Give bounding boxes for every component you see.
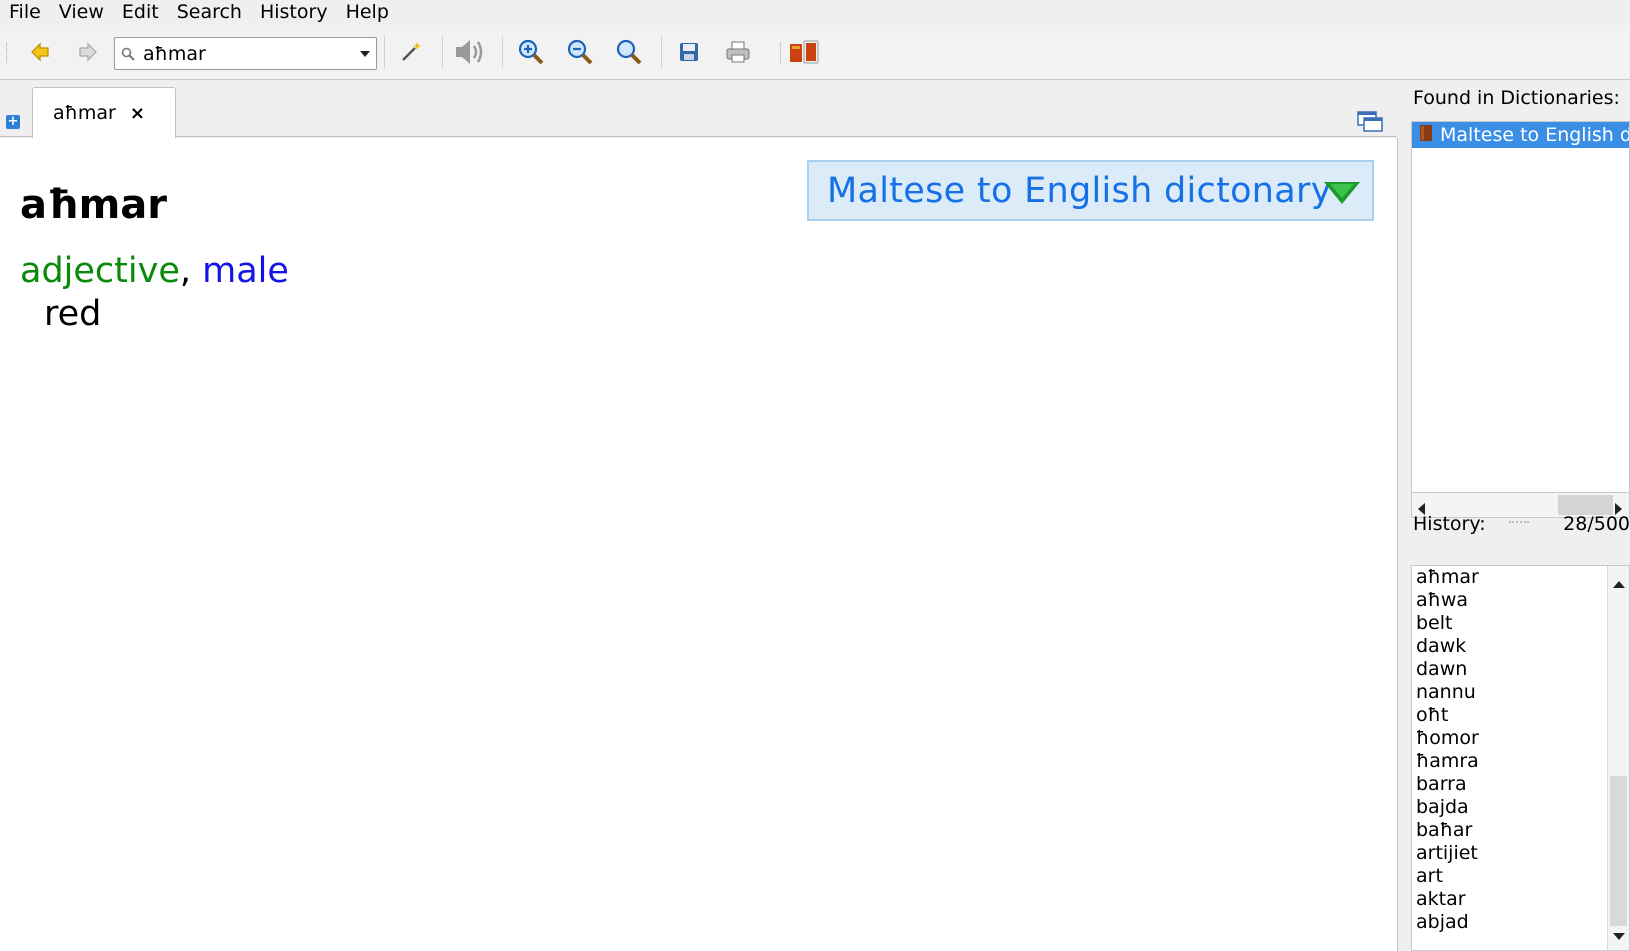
history-item[interactable]: ħomor	[1412, 727, 1629, 750]
zoom-out-button[interactable]	[562, 34, 598, 70]
tab-bar: + aħmar ×	[0, 81, 1397, 138]
toolbar: aħmar	[0, 25, 1630, 80]
list-item[interactable]: Maltese to English dictonary	[1412, 122, 1629, 148]
history-list[interactable]: aħmar aħwa belt dawk dawn nannu oħt ħomor ħamra b…	[1411, 565, 1630, 951]
scan-popup-button[interactable]	[393, 34, 429, 70]
history-item[interactable]: belt	[1412, 612, 1629, 635]
speaker-icon	[456, 40, 483, 64]
history-item[interactable]: barra	[1412, 773, 1629, 796]
menu-edit[interactable]: Edit	[113, 1, 168, 23]
tab-ahmar[interactable]: aħmar ×	[32, 87, 176, 138]
history-header: History: 28/500	[1413, 513, 1630, 535]
pronounce-button[interactable]	[453, 34, 489, 70]
printer-icon	[726, 41, 750, 63]
menu-view[interactable]: View	[50, 1, 113, 23]
magic-wand-icon	[402, 42, 421, 61]
history-item[interactable]: abjad	[1412, 911, 1629, 934]
menu-file[interactable]: File	[0, 1, 50, 23]
history-title: History:	[1413, 513, 1486, 535]
definition: red	[44, 294, 102, 334]
book-icon	[1418, 124, 1434, 147]
history-item[interactable]: baħar	[1412, 819, 1629, 842]
history-item[interactable]: art	[1412, 865, 1629, 888]
grammar-separator: ,	[179, 251, 191, 291]
dictionary-item-label: Maltese to English dictonary	[1440, 124, 1629, 146]
arrow-right-icon	[79, 42, 97, 62]
toolbar-grip[interactable]	[6, 43, 9, 63]
scroll-thumb[interactable]	[1558, 495, 1613, 515]
history-item[interactable]: dawn	[1412, 658, 1629, 681]
menu-history[interactable]: History	[251, 1, 337, 23]
save-button[interactable]	[671, 34, 707, 70]
found-dictionaries-list[interactable]: Maltese to English dictonary	[1411, 121, 1630, 493]
found-in-dictionaries-title: Found in Dictionaries:	[1413, 87, 1620, 109]
collapse-triangle-icon[interactable]	[1322, 178, 1362, 211]
toolbar-separator	[384, 36, 385, 68]
zoom-out-icon	[567, 39, 593, 65]
menu-bar: File View Edit Search History Help	[0, 0, 1630, 24]
zoom-normal-icon	[616, 39, 642, 65]
history-item[interactable]: bajda	[1412, 796, 1629, 819]
tab-list-icon[interactable]	[1357, 111, 1383, 138]
history-item[interactable]: aktar	[1412, 888, 1629, 911]
toolbar-separator	[661, 36, 662, 68]
search-input[interactable]: aħmar	[141, 43, 354, 65]
forward-button[interactable]	[70, 34, 106, 70]
tab-label: aħmar	[53, 102, 116, 124]
menu-search[interactable]: Search	[168, 1, 251, 23]
search-icon	[115, 47, 141, 61]
close-icon[interactable]: ×	[130, 103, 145, 124]
new-tab-button[interactable]: +	[6, 115, 20, 129]
scroll-down-icon[interactable]	[1613, 924, 1625, 946]
grammar-line: adjective, male	[20, 251, 289, 291]
back-button[interactable]	[22, 34, 58, 70]
history-item[interactable]: artijiet	[1412, 842, 1629, 865]
history-item[interactable]: aħmar	[1412, 566, 1629, 589]
search-combobox[interactable]: aħmar	[114, 37, 377, 70]
scroll-thumb[interactable]	[1610, 776, 1627, 926]
menu-help[interactable]: Help	[337, 1, 398, 23]
history-count: 28/500	[1563, 513, 1630, 535]
zoom-in-icon	[518, 39, 544, 65]
zoom-in-button[interactable]	[513, 34, 549, 70]
right-dock: Found in Dictionaries: Maltese to Englis…	[1399, 81, 1630, 951]
toolbar-separator	[442, 36, 443, 68]
toolbar-grip[interactable]	[780, 43, 783, 63]
dictionary-badge[interactable]: Maltese to English dictonary	[807, 160, 1374, 221]
books-icon	[790, 40, 819, 64]
headword: aħmar	[20, 182, 167, 228]
vertical-scrollbar[interactable]	[1607, 566, 1629, 950]
dictionaries-button[interactable]	[786, 34, 822, 70]
floppy-disk-icon	[680, 43, 698, 61]
arrow-left-icon	[31, 42, 49, 62]
history-item[interactable]: aħwa	[1412, 589, 1629, 612]
dictionary-name: Maltese to English dictonary	[827, 170, 1332, 211]
history-item[interactable]: ħamra	[1412, 750, 1629, 773]
history-item[interactable]: dawk	[1412, 635, 1629, 658]
chevron-down-icon[interactable]	[354, 50, 376, 57]
article-view[interactable]: Maltese to English dictonary aħmar adjec…	[0, 138, 1398, 951]
history-item[interactable]: oħt	[1412, 704, 1629, 727]
history-item[interactable]: nannu	[1412, 681, 1629, 704]
scroll-up-icon[interactable]	[1613, 572, 1625, 594]
print-button[interactable]	[720, 34, 756, 70]
zoom-reset-button[interactable]	[611, 34, 647, 70]
gender-label: male	[202, 251, 289, 291]
part-of-speech: adjective	[20, 251, 180, 291]
toolbar-separator	[502, 36, 503, 68]
